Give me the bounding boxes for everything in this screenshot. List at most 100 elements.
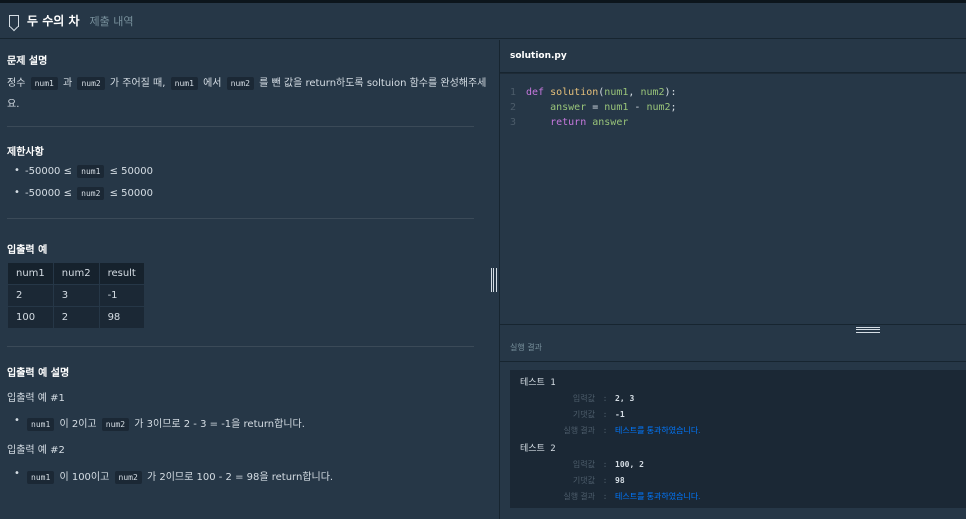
input-value: 2, 3 — [615, 394, 635, 403]
panel-splitter-horizontal[interactable] — [500, 324, 966, 334]
section-divider — [7, 218, 474, 219]
vertical-drag-handle-icon[interactable] — [491, 268, 497, 292]
desc-text: 정수 — [7, 78, 26, 89]
colon: : — [602, 460, 608, 469]
colon: : — [602, 410, 608, 419]
result-label: 실행 결과 — [563, 492, 595, 501]
problem-panel: 문제 설명 정수 num1 과 num2 가 주어질 때, num1 에서 nu… — [0, 40, 489, 519]
expected-label: 기댓값 — [572, 476, 595, 485]
inline-code-num2: num2 — [77, 77, 105, 90]
code-line: 3 return answer — [500, 117, 966, 132]
explanation-text: 가 2이므로 100 - 2 = 98을 return합니다. — [146, 472, 334, 483]
explanation-text: 이 100이고 — [59, 472, 110, 483]
io-explanation-heading: 입출력 예 설명 — [7, 368, 70, 379]
problem-description: 정수 num1 과 num2 가 주어질 때, num1 에서 num2 를 뺀… — [7, 74, 486, 90]
test-name: 테스트 1 — [520, 378, 556, 388]
table-cell: 3 — [52, 284, 100, 307]
code-line: 1 def solution(num1, num2): — [500, 87, 966, 102]
inline-code-num1: num1 — [27, 418, 55, 431]
io-example-table: num1 num2 result 2 3 -1 100 2 98 — [7, 262, 145, 329]
code-operator: - — [628, 102, 647, 113]
column-header: num2 — [52, 262, 100, 285]
result-pass-text: 테스트를 통과하였습니다. — [615, 426, 701, 435]
code-param: num2 — [640, 87, 665, 98]
table-cell: 2 — [7, 284, 54, 307]
line-number: 1 — [509, 87, 516, 98]
test-expected-row: 기댓값:98 — [510, 474, 966, 487]
table-header-row: num1 num2 result — [7, 262, 145, 285]
explanation-text: 가 3이므로 2 - 3 = -1을 return합니다. — [134, 419, 305, 430]
problem-title: 두 수의 차 — [27, 14, 80, 28]
problem-description-cont: 요. — [7, 99, 20, 110]
colon: : — [602, 426, 608, 435]
input-label: 입력값 — [572, 394, 595, 403]
inline-code-num2: num2 — [101, 418, 130, 431]
constraint-text: ≤ 50000 — [109, 166, 153, 177]
code-punct: ): — [664, 87, 677, 98]
list-item: num1 이 100이고 num2 가 2이므로 100 - 2 = 98을 r… — [7, 468, 333, 484]
code-punct: , — [628, 87, 641, 98]
test-result-1: 테스트 1 입력값:2, 3 기댓값: -1 실행 결과: 테스트를 통과하였습니다… — [510, 370, 966, 436]
column-header: result — [98, 262, 145, 285]
test-expected-row: 기댓값: -1 — [510, 408, 966, 421]
io-example-heading: 입출력 예 — [7, 245, 48, 256]
list-item: -50000 ≤ num1 ≤ 50000 — [7, 165, 153, 187]
inline-code-num1: num1 — [77, 165, 105, 178]
test-name-row: 테스트 2 — [510, 440, 966, 455]
desc-text: 가 주어질 때, — [109, 78, 166, 89]
code-editor[interactable]: 1 def solution(num1, num2): 2 answer = n… — [500, 74, 966, 324]
code-operator: = — [586, 102, 605, 113]
desc-text: 과 — [63, 78, 73, 89]
example-1-list: num1 이 2이고 num2 가 3이므로 2 - 3 = -1을 retur… — [7, 415, 305, 431]
code-param: num1 — [604, 87, 629, 98]
test-name: 테스트 2 — [520, 444, 556, 454]
horizontal-drag-handle-icon[interactable] — [856, 327, 880, 333]
explanation-text: 이 2이고 — [59, 419, 97, 430]
code-variable: num1 — [604, 102, 629, 113]
test-result-row: 실행 결과: 테스트를 통과하였습니다. — [510, 490, 966, 503]
code-keyword: return — [550, 117, 587, 128]
table-cell: 100 — [7, 306, 54, 329]
result-label: 실행 결과 — [563, 426, 595, 435]
example-2-list: num1 이 100이고 num2 가 2이므로 100 - 2 = 98을 r… — [7, 468, 333, 484]
expected-value: -1 — [615, 410, 625, 419]
test-result-2: 테스트 2 입력값:100, 2 기댓값:98 실행 결과: 테스트를 통과하였습… — [510, 436, 966, 508]
expected-value: 98 — [615, 476, 625, 485]
input-value: 100, 2 — [615, 460, 644, 469]
constraint-text: ≤ 50000 — [109, 188, 153, 199]
editor-panel: solution.py 1 def solution(num1, num2): … — [499, 40, 966, 519]
bookmark-icon[interactable] — [9, 14, 19, 27]
colon: : — [602, 394, 608, 403]
list-item: -50000 ≤ num2 ≤ 50000 — [7, 187, 153, 209]
table-cell: -1 — [98, 284, 145, 307]
colon: : — [602, 476, 608, 485]
code-variable: num2 — [646, 102, 671, 113]
result-pass-text: 테스트를 통과하였습니다. — [615, 492, 701, 501]
code-line: 2 answer = num1 - num2; — [500, 102, 966, 117]
test-input-row: 입력값:100, 2 — [510, 458, 966, 471]
test-name-row: 테스트 1 — [510, 374, 966, 389]
expected-label: 기댓값 — [572, 410, 595, 419]
inline-code-num1: num1 — [27, 471, 55, 484]
example-1-title: 입출력 예 #1 — [7, 393, 65, 404]
table-row: 100 2 98 — [7, 306, 145, 329]
list-item: num1 이 2이고 num2 가 3이므로 2 - 3 = -1을 retur… — [7, 415, 305, 431]
header: 두 수의 차 제출 내역 — [0, 3, 966, 39]
input-label: 입력값 — [572, 460, 595, 469]
code-punct: ; — [670, 102, 677, 113]
code-function-name: solution — [550, 87, 599, 98]
inline-code-num2: num2 — [114, 471, 142, 484]
constraint-text: -50000 ≤ — [25, 188, 72, 199]
table-cell: 2 — [52, 306, 100, 329]
constraints-heading: 제한사항 — [7, 147, 44, 158]
results-panel: 테스트 1 입력값:2, 3 기댓값: -1 실행 결과: 테스트를 통과하였습니다… — [500, 362, 966, 519]
column-header: num1 — [7, 262, 54, 285]
table-row: 2 3 -1 — [7, 284, 145, 307]
colon: : — [602, 492, 608, 501]
example-2-title: 입출력 예 #2 — [7, 445, 65, 456]
editor-filename: solution.py — [500, 40, 966, 73]
tab-submission-history[interactable]: 제출 내역 — [90, 13, 134, 29]
problem-heading: 문제 설명 — [7, 56, 48, 67]
